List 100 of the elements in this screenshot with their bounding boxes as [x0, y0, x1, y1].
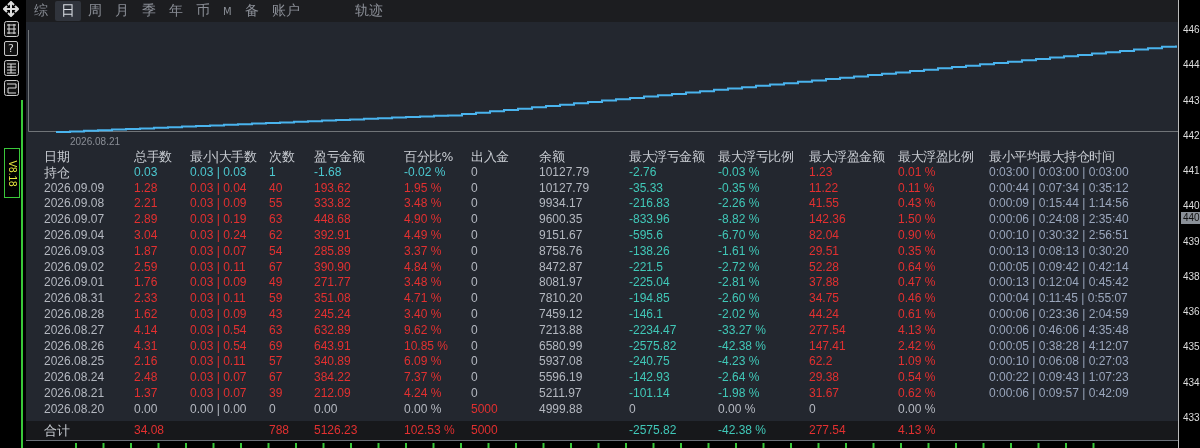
table-cell-text: 6580.99: [539, 338, 584, 355]
table-cell-text: -0.02 %: [404, 164, 447, 181]
table-cell-text: 0.03 | 0.11: [190, 291, 247, 307]
table-cell-text: 2026.08.27: [44, 322, 106, 339]
table-cell-text: 0: [471, 370, 479, 386]
table-cell-text: 2.48: [134, 370, 159, 386]
table-cell-text: 0.64 %: [898, 259, 937, 276]
help-button[interactable]: ?: [4, 41, 18, 56]
table-cell-text: -221.5: [629, 259, 665, 276]
current-price-marker: 440: [1181, 212, 1200, 224]
tab[interactable]: 周: [82, 1, 108, 21]
table-cell-text: 0.54 %: [898, 370, 937, 386]
tab[interactable]: 日: [55, 1, 81, 21]
table-cell-text: -42.38 %: [718, 421, 768, 439]
table-cell-text: 2026.08.24: [44, 370, 106, 386]
tab[interactable]: 备: [238, 1, 265, 21]
table-cell-text: 49: [269, 275, 284, 292]
table-cell-text: -6.70 %: [718, 228, 761, 244]
table-cell-text: 11.22: [809, 180, 840, 197]
table-cell-text: -142.93: [629, 370, 671, 386]
table-cell-text: 0: [471, 354, 479, 371]
tab[interactable]: 币: [190, 1, 216, 21]
grid-icon[interactable]: [3, 21, 19, 37]
table-cell-text: 10127.79: [539, 180, 591, 197]
tab[interactable]: M: [217, 1, 238, 21]
table-cell-text: 4.84 %: [404, 259, 443, 276]
column-header: 最大浮亏金额: [629, 149, 706, 165]
table-cell-text: -2575.82: [629, 421, 678, 439]
table-cell-text: 0:00:05 | 0:38:28 | 4:12:07: [989, 338, 1130, 355]
table-cell-text: 44.24: [809, 306, 841, 323]
column-header: 最小|大手数: [190, 149, 258, 165]
x-axis-label: 2026.08.21: [70, 136, 121, 147]
table-cell-text: 0.03 | 0.11: [190, 259, 247, 276]
table-cell-text: 4.13 %: [898, 421, 937, 439]
table-cell-text: -2575.82: [629, 338, 678, 355]
table-cell-text: 7810.20: [539, 291, 584, 307]
table-cell-text: 7213.88: [539, 322, 584, 339]
table-cell-text: 40: [269, 180, 284, 197]
table-cell-text: 62: [269, 228, 284, 244]
column-header: 最大浮亏比例: [718, 149, 794, 165]
layout-icon[interactable]: [3, 80, 19, 96]
table-cell-text: -595.6: [629, 228, 665, 244]
tab[interactable]: 账户: [265, 1, 306, 21]
table-cell-text: 0: [471, 338, 479, 355]
table-cell-text: 59: [269, 291, 284, 307]
table-cell-text: 0.00: [314, 401, 339, 418]
table-cell-text: 29.38: [809, 370, 841, 386]
column-header: 总手数: [134, 149, 173, 165]
table-cell-text: 1.95 %: [404, 180, 443, 197]
price-label: 434: [1182, 376, 1200, 389]
table-cell-text: 0.03 | 0.11: [190, 354, 247, 371]
price-label: 439: [1182, 235, 1200, 248]
table-cell-text: 9.62 %: [404, 322, 443, 339]
price-label: 435: [1182, 341, 1200, 354]
table-cell-text: 3.48 %: [404, 196, 443, 213]
table-cell-text: 0: [471, 291, 479, 307]
table-cell-text: -146.1: [629, 306, 665, 323]
table-cell-text: 2026.09.02: [44, 259, 106, 276]
table-cell-text: 147.41: [809, 338, 847, 355]
tab[interactable]: 季: [136, 1, 162, 21]
table-cell-text: 4.49 %: [404, 228, 443, 244]
tab[interactable]: 月: [109, 1, 135, 21]
table-cell-text: 102.53 %: [404, 421, 456, 439]
table-cell-text: -35.33: [629, 180, 665, 197]
table-cell-text: 5596.19: [539, 370, 584, 386]
table-cell-text: 41.55: [809, 196, 841, 213]
table-cell-text: -216.83: [629, 196, 671, 213]
tab[interactable]: 轨迹: [348, 1, 389, 21]
table-icon[interactable]: [3, 60, 19, 76]
table-cell-text: 0.62 %: [898, 385, 937, 402]
table-cell-text: 0.03 | 0.03: [190, 164, 248, 181]
table-cell-text: 0: [471, 275, 479, 292]
table-cell-text: 0: [471, 306, 479, 323]
table-cell-text: 5211.97: [539, 385, 583, 402]
move-icon[interactable]: [3, 1, 19, 17]
table-cell-text: 4.13 %: [898, 322, 937, 339]
table-cell-text: 2026.09.09: [44, 180, 106, 197]
tab[interactable]: 年: [163, 1, 189, 21]
table-cell-text: 0:00:10 | 0:06:08 | 0:27:03: [989, 354, 1130, 371]
price-label: 442: [1182, 129, 1200, 142]
column-header: 出入金: [471, 149, 510, 165]
table-cell-text: 62.2: [809, 354, 834, 371]
table-cell-text: 643.91: [314, 338, 352, 355]
table-cell-text: 0:00:10 | 0:30:32 | 2:56:51: [989, 228, 1130, 244]
table-cell-text: -225.04: [629, 275, 671, 292]
table-cell-text: 0.61 %: [898, 306, 937, 323]
table-cell-text: 351.08: [314, 291, 352, 307]
table-cell-text: 1.28: [134, 180, 159, 197]
column-header: 最大浮盈金额: [809, 149, 886, 165]
table-cell-text: 9600.35: [539, 212, 584, 228]
column-header: 最大浮盈比例: [898, 149, 974, 165]
table-cell-text: 1.50 %: [898, 212, 937, 228]
table-cell-text: 0.03 | 0.09: [190, 306, 248, 323]
table-cell-text: 0:00:06 | 0:23:36 | 2:04:59: [989, 306, 1130, 323]
table-cell-text: 0: [471, 196, 479, 213]
table-cell-text: 632.89: [314, 322, 352, 339]
tab[interactable]: 综: [28, 1, 54, 21]
table-cell-text: 1.23: [809, 164, 834, 181]
table-cell-text: 212.09: [314, 385, 352, 402]
table-cell-text: 37.88: [809, 275, 841, 292]
